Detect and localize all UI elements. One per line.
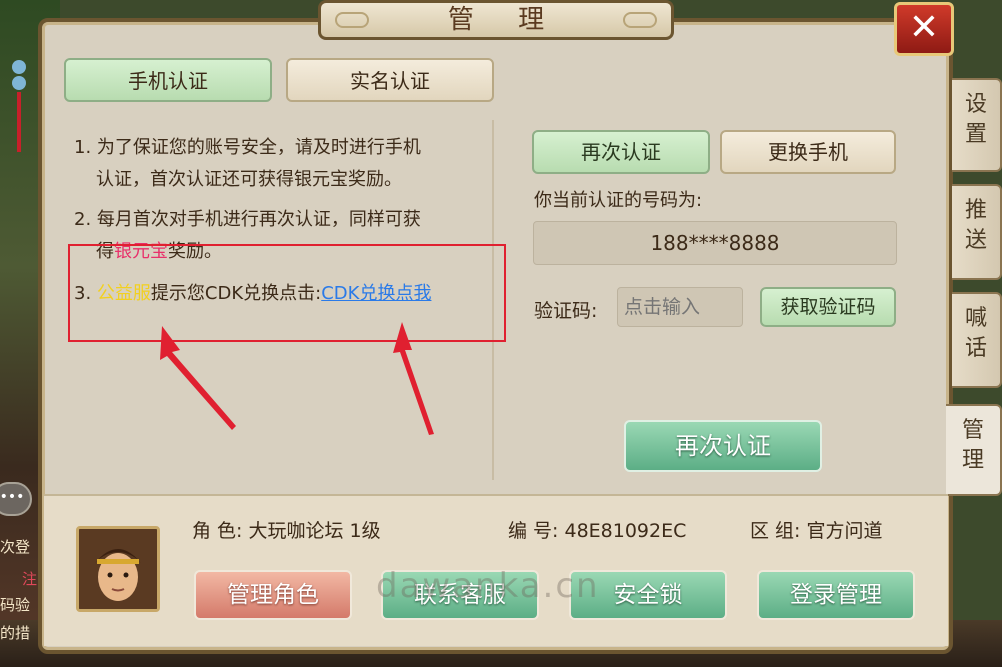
character-portrait-icon	[79, 529, 157, 609]
close-icon: ✕	[908, 7, 940, 48]
swirl-ornament-icon	[335, 12, 369, 28]
side-text-fragment: 注	[22, 570, 38, 588]
side-text-fragment: 码验	[0, 596, 31, 614]
verification-code-input[interactable]	[617, 287, 743, 327]
manage-role-button[interactable]: 管理角色	[194, 570, 352, 620]
side-tab-manage[interactable]: 管 理	[946, 404, 1002, 496]
character-role: 角 色: 大玩咖论坛 1级	[192, 520, 381, 542]
side-tab-label: 设 置	[964, 92, 987, 147]
side-tab-settings[interactable]: 设 置	[952, 78, 1002, 172]
reauth-tab-button[interactable]: 再次认证	[532, 130, 710, 174]
rule-item: 1. 为了保证您的账号安全，请及时进行手机 认证，首次认证还可获得银元宝奖励。	[74, 132, 494, 196]
rule-text: 认证，首次认证还可获得银元宝奖励。	[96, 169, 402, 190]
tassel-ornament	[12, 60, 26, 152]
phone-label: 你当前认证的号码为:	[534, 190, 703, 211]
side-tab-label: 管 理	[961, 418, 984, 473]
rule-text: 为了保证您的账号安全，请及时进行手机	[96, 137, 421, 158]
panel-title: 管 理	[447, 5, 563, 35]
side-tab-label: 推 送	[964, 198, 987, 253]
character-id: 编 号: 48E81092EC	[508, 520, 687, 542]
side-text-fragment: 的措	[0, 624, 31, 642]
change-phone-button[interactable]: 更换手机	[720, 130, 896, 174]
tab-realname-auth[interactable]: 实名认证	[286, 58, 494, 102]
character-zone: 区 组: 官方问道	[750, 520, 883, 542]
side-tab-push[interactable]: 推 送	[952, 184, 1002, 280]
rule-number: 1.	[74, 137, 92, 158]
phone-number-display: 188****8888	[533, 221, 897, 265]
swirl-ornament-icon	[623, 12, 657, 28]
side-tab-label: 喊 话	[964, 306, 987, 361]
side-text-fragment: 次登	[0, 538, 31, 556]
title-plate: 管 理	[318, 0, 674, 40]
tab-phone-auth[interactable]: 手机认证	[64, 58, 272, 102]
rule-number: 2.	[74, 209, 92, 230]
watermark: dawanka.cn	[376, 566, 600, 606]
side-tab-shout[interactable]: 喊 话	[952, 292, 1002, 388]
reauth-submit-button[interactable]: 再次认证	[624, 420, 822, 472]
login-manage-button[interactable]: 登录管理	[757, 570, 915, 620]
avatar	[76, 526, 160, 612]
code-label: 验证码:	[534, 300, 598, 322]
annotation-box	[68, 244, 506, 342]
get-code-button[interactable]: 获取验证码	[760, 287, 896, 327]
close-button[interactable]: ✕	[894, 2, 954, 56]
rule-text: 每月首次对手机进行再次认证，同样可获	[96, 209, 421, 230]
